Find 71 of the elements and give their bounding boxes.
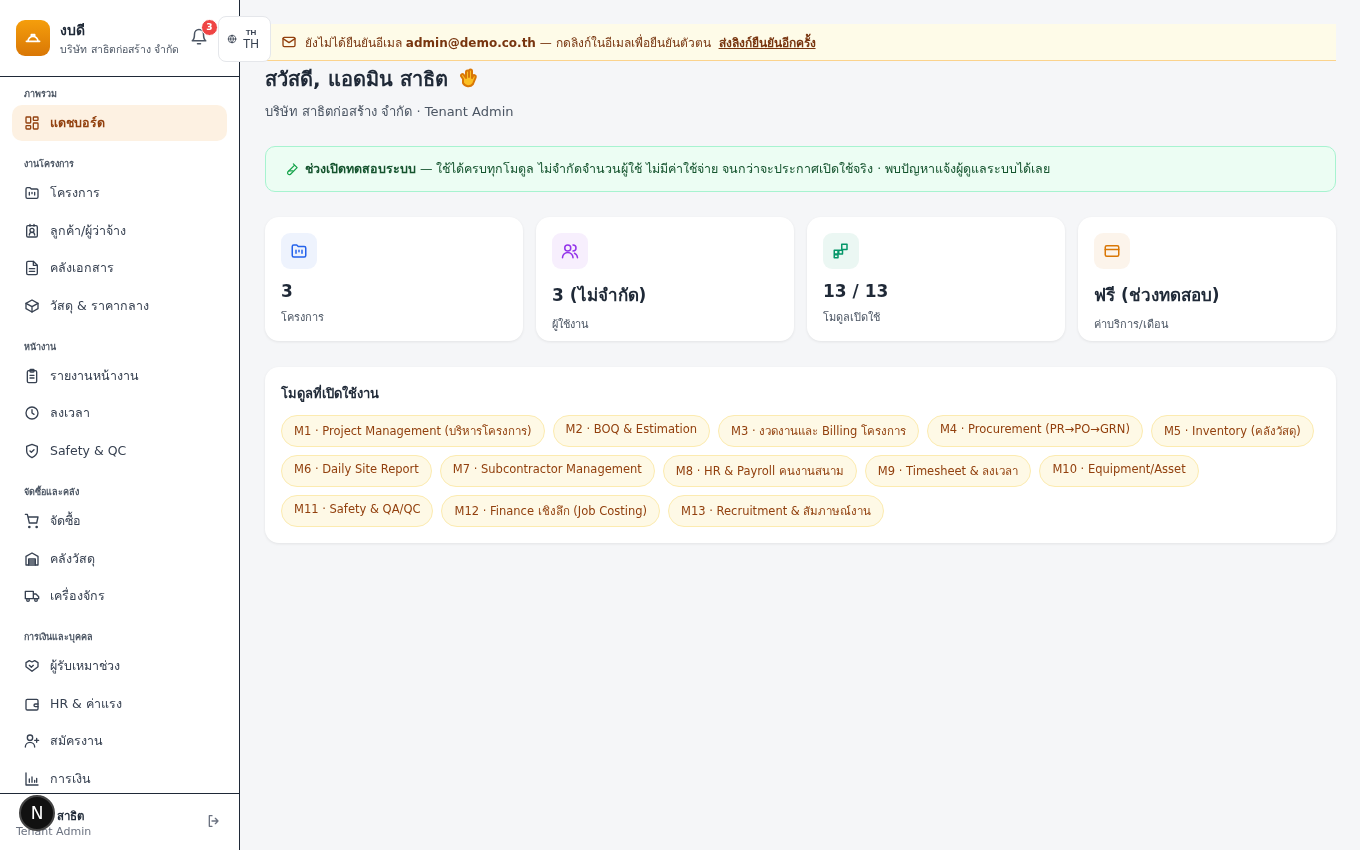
nav-item[interactable]: ผู้รับเหมาช่วง xyxy=(12,648,227,685)
contact-badge-icon xyxy=(24,222,40,239)
section-heading: การเงินและบุคคล xyxy=(23,631,94,645)
module-tag: M8 · HR & Payroll คนงานสนาม xyxy=(662,455,857,487)
nav-item[interactable]: โครงการ xyxy=(12,175,227,211)
section-heading: หน้างาน xyxy=(23,340,57,354)
user-name: สาธิต xyxy=(57,807,84,825)
nav-item[interactable]: แดชบอร์ด xyxy=(12,105,227,141)
module-tag: M9 · Timesheet & ลงเวลา xyxy=(864,455,1032,487)
stat-label: โมดูลเปิดใช้ xyxy=(823,310,881,326)
greeting-title: สวัสดี, แอดมิน สาธิต xyxy=(265,66,448,93)
cart-icon xyxy=(24,512,40,529)
folder-icon xyxy=(24,185,40,201)
greeting-subtitle: บริษัท สาธิตก่อสร้าง จำกัด · Tenant Admin xyxy=(265,103,515,121)
warehouse-icon xyxy=(24,550,40,567)
nav-item[interactable]: คลังวัสดุ xyxy=(12,540,227,577)
nav-item[interactable]: รายงานหน้างาน xyxy=(12,357,227,394)
stat-value: 3 (ไม่จำกัด) xyxy=(552,284,648,307)
nav-item[interactable]: วัสดุ & ราคากลาง xyxy=(12,287,227,324)
nav-item[interactable]: ลูกค้า/ผู้ว่าจ้าง xyxy=(12,212,227,249)
module-tag: M6 · Daily Site Report xyxy=(281,455,432,487)
notification-count: 3 xyxy=(201,19,218,36)
module-tag: M5 · Inventory (คลังวัสดุ) xyxy=(1150,415,1314,447)
clock-icon xyxy=(24,405,40,422)
mail-icon xyxy=(281,34,297,50)
stat-label: โครงการ xyxy=(281,310,325,326)
nav-item[interactable]: การเงิน xyxy=(12,760,227,793)
bell-icon xyxy=(190,27,208,46)
nav-item[interactable]: จัดซื้อ xyxy=(12,502,227,539)
stat-value: 3 xyxy=(281,281,294,301)
stat-value: 13 / 13 xyxy=(823,281,890,301)
section-heading: งานโครงการ xyxy=(23,158,75,171)
module-tag: M1 · Project Management (บริหารโครงการ) xyxy=(281,415,545,447)
module-tag: M2 · BOQ & Estimation xyxy=(552,415,711,447)
shield-check-icon xyxy=(24,442,40,459)
module-tag: M7 · Subcontractor Management xyxy=(439,455,655,487)
brand-name: งบดี xyxy=(60,20,87,40)
module-tag: M4 · Procurement (PR→PO→GRN) xyxy=(926,415,1143,447)
globe-icon xyxy=(227,34,237,44)
clipboard-icon xyxy=(24,367,40,384)
nav-item[interactable]: คลังเอกสาร xyxy=(12,250,227,287)
nav-item[interactable]: ลงเวลา xyxy=(12,395,227,432)
section-heading: จัดซื้อและคลัง xyxy=(23,484,80,499)
language-button[interactable]: TH TH xyxy=(218,16,271,62)
bar-chart-icon xyxy=(24,770,40,787)
stat-label: ผู้ใช้งาน xyxy=(552,317,590,333)
nav-item[interactable]: สมัครงาน xyxy=(12,723,227,760)
module-tag: M3 · งวดงานและ Billing โครงการ xyxy=(718,415,919,447)
banner-text: ยังไม่ได้ยืนยันอีเมล admin@demo.co.th — กดลิงก์ในอีเมลเพื่อยืนยันตัวตน xyxy=(305,33,711,52)
user-plus-icon xyxy=(24,733,40,750)
nav-item[interactable]: Safety & QC xyxy=(12,432,227,469)
package-icon xyxy=(24,297,40,314)
dashboard-icon xyxy=(24,115,40,131)
resend-link[interactable]: ส่งลิงก์ยืนยันอีกครั้ง xyxy=(718,32,816,52)
stat-value: ฟรี (ช่วงทดสอบ) xyxy=(1094,284,1221,307)
notice-text: ช่วงเปิดทดสอบระบบ — ใช้ได้ครบทุกโมดูล ไม่จำกัดจำนวนผู้ใช้ ไม่มีค่าใช้จ่าย จนกว่าจะประกาศเปิดใช้จริง · พบปัญหาแจ้งผู้ดูแลระบบได้เลย xyxy=(305,160,1051,179)
nav-item[interactable]: HR & ค่าแรง xyxy=(12,685,227,722)
document-icon xyxy=(24,260,40,277)
modules-title: โมดูลที่เปิดใช้งาน xyxy=(281,383,380,404)
test-tube-icon xyxy=(284,161,299,177)
module-tag: M12 · Finance เชิงลึก (Job Costing) xyxy=(441,495,660,527)
module-tag: M11 · Safety & QA/QC xyxy=(281,495,434,527)
language-label: TH xyxy=(245,27,257,37)
stat-label: ค่าบริการ/เดือน xyxy=(1094,317,1170,333)
language-code: TH xyxy=(243,36,259,51)
company-name: บริษัท สาธิตก่อสร้าง จำกัด xyxy=(60,41,179,57)
section-heading: ภาพรวม xyxy=(23,88,58,101)
module-tag: M10 · Equipment/Asset xyxy=(1039,455,1199,487)
truck-icon xyxy=(24,588,40,605)
module-tag: M13 · Recruitment & สัมภาษณ์งาน xyxy=(668,495,885,527)
nav-item[interactable]: เครื่องจักร xyxy=(12,578,227,615)
